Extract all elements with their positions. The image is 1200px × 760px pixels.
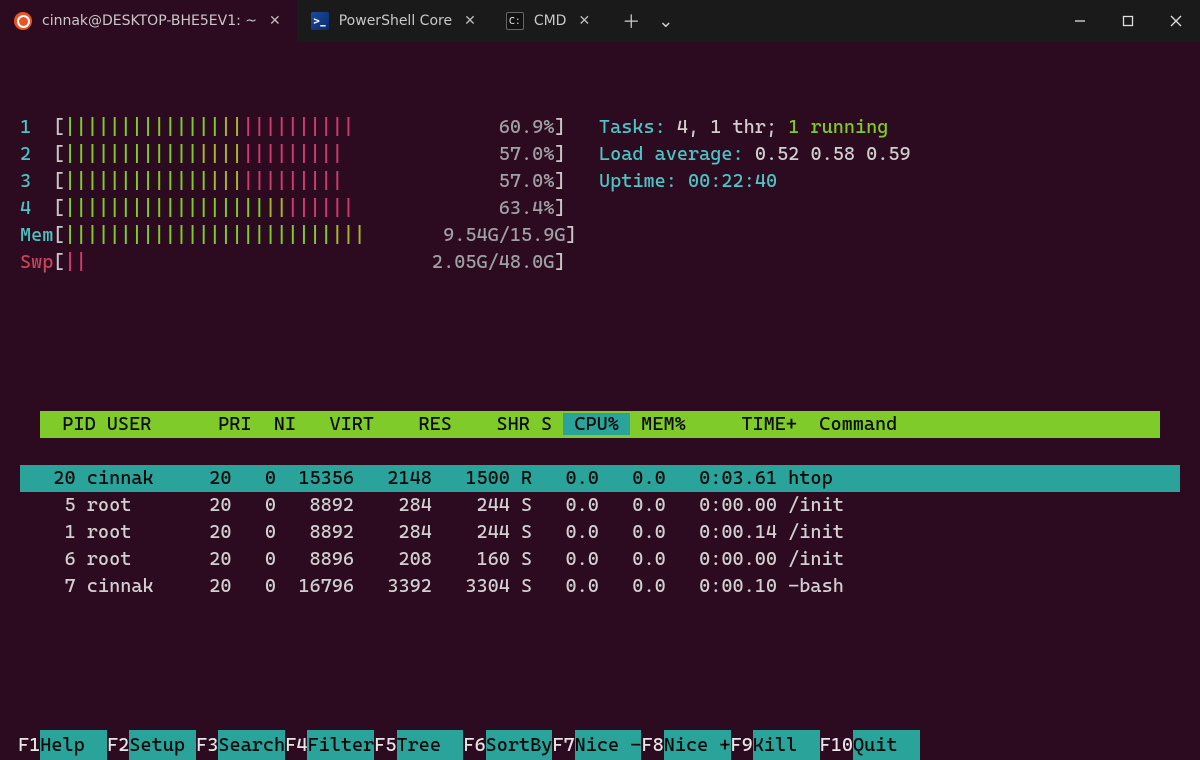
fkey-F5[interactable]: F5	[374, 730, 396, 760]
tab-label: CMD	[534, 13, 567, 29]
tab-label: cinnak@DESKTOP-BHE5EV1: ~	[42, 13, 257, 29]
terminal[interactable]: 1 [|||||||||||||||||||||||||| 60.9%] Tas…	[0, 42, 1200, 730]
fkey-label: Nice +	[664, 730, 731, 760]
fkey-label: Kill	[753, 730, 820, 760]
tab-actions: ＋ ⌄	[606, 6, 689, 36]
new-tab-button[interactable]: ＋	[616, 6, 646, 36]
ubuntu-icon	[14, 12, 32, 30]
close-icon[interactable]: ✕	[267, 13, 283, 29]
cpu-meter-row: 3 [||||||||||||||||||||||||| 57.0%] Upti…	[20, 168, 1180, 195]
fkey-label: Search	[218, 730, 285, 760]
fkey-label: Filter	[307, 730, 374, 760]
window-controls	[1056, 0, 1200, 42]
process-row[interactable]: 1 root 20 0 8892 284 244 S 0.0 0.0 0:00.…	[20, 519, 1180, 546]
tab-cmd[interactable]: C: CMD ✕	[492, 0, 606, 42]
fkey-label: Nice -	[575, 730, 642, 760]
fkey-F10[interactable]: F10	[820, 730, 853, 760]
function-key-bar: F1Help F2Setup F3SearchF4FilterF5Tree F6…	[0, 730, 1200, 760]
fkey-label: Setup	[129, 730, 196, 760]
process-header[interactable]: PID USER PRI NI VIRT RES SHR S CPU% MEM%…	[40, 411, 1160, 438]
fkey-F3[interactable]: F3	[196, 730, 218, 760]
close-icon[interactable]: ✕	[462, 13, 478, 29]
cpu-meter-row: 4 [|||||||||||||||||||||||||| 63.4%]	[20, 195, 1180, 222]
meters-region: 1 [|||||||||||||||||||||||||| 60.9%] Tas…	[20, 114, 1180, 276]
maximize-button[interactable]	[1104, 0, 1152, 42]
fkey-F9[interactable]: F9	[731, 730, 753, 760]
fkey-F8[interactable]: F8	[641, 730, 663, 760]
cpu-meter-row: 2 [||||||||||||||||||||||||| 57.0%] Load…	[20, 141, 1180, 168]
window-titlebar: cinnak@DESKTOP-BHE5EV1: ~ ✕ >_ PowerShel…	[0, 0, 1200, 42]
fkey-label: Quit	[853, 730, 920, 760]
cmd-icon: C:	[506, 12, 524, 30]
fkey-F4[interactable]: F4	[285, 730, 307, 760]
process-row[interactable]: 20 cinnak 20 0 15356 2148 1500 R 0.0 0.0…	[20, 465, 1180, 492]
close-window-button[interactable]	[1152, 0, 1200, 42]
mem-meter-row: Mem[||||||||||||||||||||||||||| 9.54G/15…	[20, 222, 1180, 249]
cpu-meter-row: 1 [|||||||||||||||||||||||||| 60.9%] Tas…	[20, 114, 1180, 141]
process-row[interactable]: 5 root 20 0 8892 284 244 S 0.0 0.0 0:00.…	[20, 492, 1180, 519]
fkey-F6[interactable]: F6	[463, 730, 485, 760]
process-row[interactable]: 6 root 20 0 8896 208 160 S 0.0 0.0 0:00.…	[20, 546, 1180, 573]
tab-ubuntu[interactable]: cinnak@DESKTOP-BHE5EV1: ~ ✕	[0, 0, 297, 42]
fkey-F7[interactable]: F7	[552, 730, 574, 760]
tab-powershell[interactable]: >_ PowerShell Core ✕	[297, 0, 492, 42]
close-icon[interactable]: ✕	[576, 13, 592, 29]
fkey-F2[interactable]: F2	[107, 730, 129, 760]
swap-meter-row: Swp[|| 2.05G/48.0G]	[20, 249, 1180, 276]
fkey-label: SortBy	[486, 730, 553, 760]
process-row[interactable]: 7 cinnak 20 0 16796 3392 3304 S 0.0 0.0 …	[20, 573, 1180, 600]
tab-strip: cinnak@DESKTOP-BHE5EV1: ~ ✕ >_ PowerShel…	[0, 0, 1056, 42]
fkey-F1[interactable]: F1	[18, 730, 40, 760]
powershell-icon: >_	[311, 12, 329, 30]
tab-dropdown-button[interactable]: ⌄	[652, 9, 679, 34]
tab-label: PowerShell Core	[339, 13, 452, 29]
fkey-label: Tree	[397, 730, 464, 760]
process-list: 20 cinnak 20 0 15356 2148 1500 R 0.0 0.0…	[20, 465, 1180, 600]
fkey-label: Help	[40, 730, 107, 760]
minimize-button[interactable]	[1056, 0, 1104, 42]
